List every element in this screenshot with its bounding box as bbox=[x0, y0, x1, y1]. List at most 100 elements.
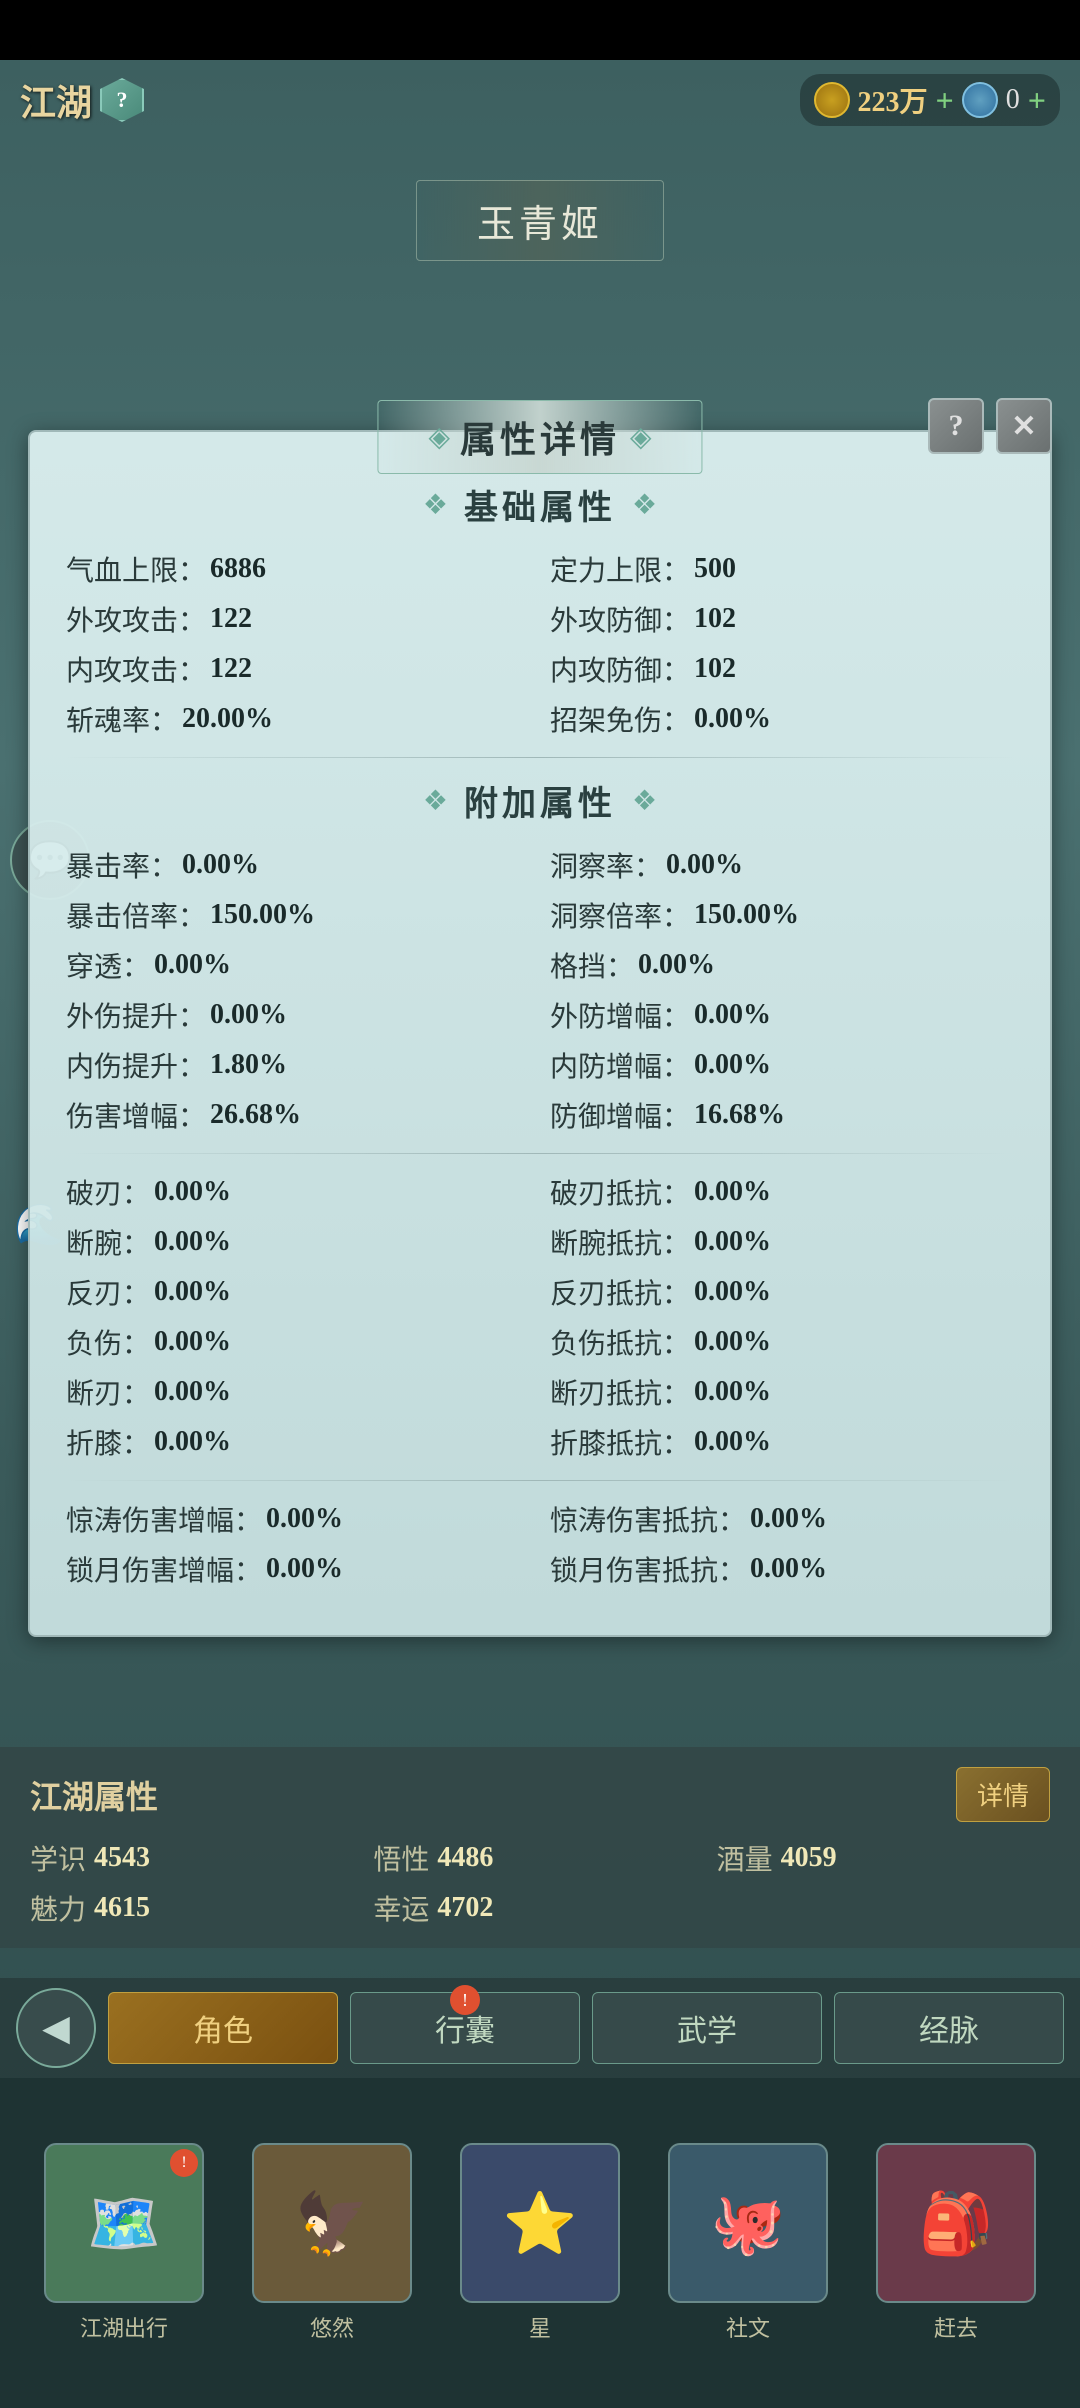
stat-value: 0.00% bbox=[694, 1326, 771, 1358]
jianghu-stat-label: 悟性 bbox=[373, 1838, 429, 1878]
stat-label: 断刃抵抗： bbox=[550, 1372, 690, 1412]
basic-stats-grid: 气血上限：6886定力上限：500外攻攻击：122外攻防御：102内攻攻击：12… bbox=[66, 549, 1014, 739]
stat-value: 500 bbox=[694, 553, 736, 585]
stat-value: 0.00% bbox=[154, 1376, 231, 1408]
basic-stat-item: 定力上限：500 bbox=[550, 549, 1014, 589]
gem-count: 0 bbox=[1006, 84, 1020, 116]
top-hud: 江湖 ? 223万 + 0 + bbox=[0, 60, 1080, 140]
stat-value: 16.68% bbox=[694, 1099, 785, 1131]
jianghu-stats-grid: 学识4543悟性4486酒量4059魅力4615幸运4702 bbox=[30, 1838, 1050, 1928]
title-deco-left: ◈ bbox=[428, 420, 450, 454]
stat-value: 20.00% bbox=[182, 703, 273, 735]
stat-value: 0.00% bbox=[182, 849, 259, 881]
basic-deco-right: ❖ bbox=[632, 488, 657, 522]
surge-stat-item: 锁月伤害增幅：0.00% bbox=[66, 1549, 530, 1589]
jianghu-stat-item: 酒量4059 bbox=[717, 1838, 1050, 1878]
stat-label: 气血上限： bbox=[66, 549, 206, 589]
nav-tab-经脉[interactable]: 经脉 bbox=[834, 1992, 1064, 2064]
bottom-icon-0[interactable]: ! 🗺️ 江湖出行 bbox=[34, 2143, 214, 2343]
basic-stat-item: 内攻防御：102 bbox=[550, 649, 1014, 689]
bottom-icon-image: 🦅 bbox=[252, 2143, 412, 2303]
nav-tab-武学[interactable]: 武学 bbox=[592, 1992, 822, 2064]
stat-value: 6886 bbox=[210, 553, 266, 585]
stat-value: 0.00% bbox=[154, 1176, 231, 1208]
stat-label: 惊涛伤害增幅： bbox=[66, 1499, 262, 1539]
stat-label: 内攻攻击： bbox=[66, 649, 206, 689]
stat-value: 0.00% bbox=[694, 1376, 771, 1408]
addon-stat-item: 洞察倍率：150.00% bbox=[550, 895, 1014, 935]
addon-stat-item: 内伤提升：1.80% bbox=[66, 1045, 530, 1085]
stat-label: 外防增幅： bbox=[550, 995, 690, 1035]
basic-stat-item: 内攻攻击：122 bbox=[66, 649, 530, 689]
stat-value: 26.68% bbox=[210, 1099, 301, 1131]
nav-tab-badge: ! bbox=[450, 1985, 480, 2015]
nav-tab-行囊[interactable]: !行囊 bbox=[350, 1992, 580, 2064]
stat-label: 招架免伤： bbox=[550, 699, 690, 739]
stat-value: 122 bbox=[210, 603, 252, 635]
stat-value: 0.00% bbox=[666, 849, 743, 881]
nav-tab-角色[interactable]: 角色 bbox=[108, 1992, 338, 2064]
stat-label: 内攻防御： bbox=[550, 649, 690, 689]
jianghu-nav[interactable]: 江湖 ? bbox=[20, 74, 144, 126]
jianghu-stat-item: 幸运4702 bbox=[373, 1888, 706, 1928]
special-stat-item: 负伤：0.00% bbox=[66, 1322, 530, 1362]
jianghu-stat-value: 4702 bbox=[437, 1892, 493, 1924]
basic-stat-item: 外攻防御：102 bbox=[550, 599, 1014, 639]
bottom-icon-1[interactable]: 🦅 悠然 bbox=[242, 2143, 422, 2343]
bottom-icon-image: ⭐ bbox=[460, 2143, 620, 2303]
stat-value: 0.00% bbox=[266, 1553, 343, 1585]
bottom-icon-2[interactable]: ⭐ 星 bbox=[450, 2143, 630, 2343]
jianghu-stat-label: 魅力 bbox=[30, 1888, 86, 1928]
back-arrow-icon: ◀ bbox=[42, 2007, 70, 2049]
stat-value: 0.00% bbox=[154, 949, 231, 981]
special-stat-item: 反刃：0.00% bbox=[66, 1272, 530, 1312]
basic-section-header: ❖ 基础属性 ❖ bbox=[66, 480, 1014, 529]
top-bar bbox=[0, 0, 1080, 60]
bottom-icon-3[interactable]: 🐙 社文 bbox=[658, 2143, 838, 2343]
help-icon[interactable]: ? bbox=[100, 78, 144, 122]
bottom-icon-label: 江湖出行 bbox=[80, 2311, 168, 2343]
jianghu-header: 江湖属性 详情 bbox=[30, 1767, 1050, 1822]
gem-plus[interactable]: + bbox=[1028, 82, 1046, 119]
bottom-icon-emoji: 🗺️ bbox=[87, 2188, 162, 2259]
special-stat-item: 断刃抵抗：0.00% bbox=[550, 1372, 1014, 1412]
stat-label: 定力上限： bbox=[550, 549, 690, 589]
currency-plus[interactable]: + bbox=[936, 82, 954, 119]
stat-value: 0.00% bbox=[638, 949, 715, 981]
addon-stat-item: 外伤提升：0.00% bbox=[66, 995, 530, 1035]
addon-deco-left: ❖ bbox=[423, 784, 448, 818]
bottom-icon-4[interactable]: 🎒 赶去 bbox=[866, 2143, 1046, 2343]
jianghu-stat-value: 4543 bbox=[94, 1842, 150, 1874]
addon-stat-item: 暴击率：0.00% bbox=[66, 845, 530, 885]
addon-stat-item: 内防增幅：0.00% bbox=[550, 1045, 1014, 1085]
addon-section-header: ❖ 附加属性 ❖ bbox=[66, 776, 1014, 825]
jianghu-stat-item: 悟性4486 bbox=[373, 1838, 706, 1878]
surge-stat-item: 锁月伤害抵抗：0.00% bbox=[550, 1549, 1014, 1589]
stat-label: 负伤： bbox=[66, 1322, 150, 1362]
special-stat-item: 断腕抵抗：0.00% bbox=[550, 1222, 1014, 1262]
addon-section-title: 附加属性 bbox=[464, 776, 616, 825]
addon-deco-right: ❖ bbox=[632, 784, 657, 818]
stat-value: 1.80% bbox=[210, 1049, 287, 1081]
character-name: 玉青姬 bbox=[477, 204, 603, 246]
stat-value: 0.00% bbox=[154, 1426, 231, 1458]
addon-stat-item: 防御增幅：16.68% bbox=[550, 1095, 1014, 1135]
bottom-icon-emoji: 🐙 bbox=[711, 2188, 786, 2259]
stat-value: 102 bbox=[694, 603, 736, 635]
panel-close-button[interactable]: ✕ bbox=[996, 398, 1052, 454]
nav-back-button[interactable]: ◀ bbox=[16, 1988, 96, 2068]
special-stat-item: 破刃：0.00% bbox=[66, 1172, 530, 1212]
jianghu-stat-label: 幸运 bbox=[373, 1888, 429, 1928]
bottom-navigation: ◀ 角色!行囊武学经脉 bbox=[0, 1978, 1080, 2078]
stat-label: 破刃： bbox=[66, 1172, 150, 1212]
bottom-icon-badge: ! bbox=[170, 2149, 198, 2177]
bottom-icon-label: 社文 bbox=[726, 2311, 770, 2343]
jianghu-detail-button[interactable]: 详情 bbox=[956, 1767, 1050, 1822]
panel-title: 属性详情 bbox=[460, 411, 620, 463]
panel-title-bar: ◈ 属性详情 ◈ bbox=[377, 400, 702, 474]
stat-label: 断腕： bbox=[66, 1222, 150, 1262]
panel-help-button[interactable]: ? bbox=[928, 398, 984, 454]
panel-title-inner: ◈ 属性详情 ◈ bbox=[377, 400, 702, 474]
stat-value: 0.00% bbox=[694, 703, 771, 735]
jianghu-section: 江湖属性 详情 学识4543悟性4486酒量4059魅力4615幸运4702 bbox=[0, 1747, 1080, 1948]
